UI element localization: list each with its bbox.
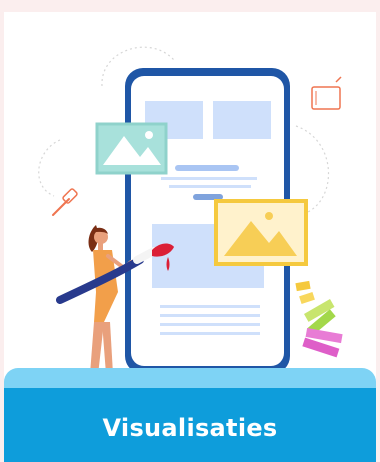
visualisaties-card[interactable]: Visualisaties — [0, 0, 380, 462]
pipette-icon — [52, 188, 78, 216]
card-title[interactable]: Visualisaties — [4, 414, 376, 442]
card-footer[interactable]: Visualisaties — [4, 368, 376, 462]
woman-figure — [80, 225, 133, 382]
footer-accent-strip — [4, 368, 376, 388]
tablet-icon — [311, 76, 342, 110]
decor-dotted-arc — [38, 139, 61, 197]
image-icon — [214, 199, 308, 266]
color-swatches — [295, 280, 343, 358]
image-icon — [95, 122, 168, 175]
